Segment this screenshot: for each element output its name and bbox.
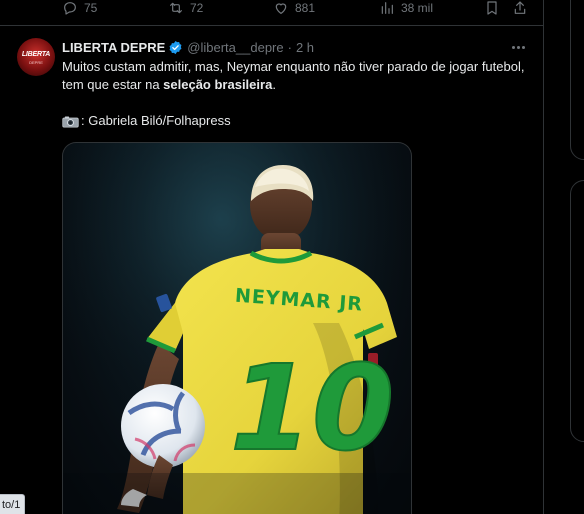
more-icon xyxy=(511,45,525,49)
reply-button[interactable]: 75 xyxy=(62,0,97,16)
tweet-text-end: . xyxy=(272,77,276,92)
views-button[interactable]: 38 mil xyxy=(379,0,433,16)
timestamp[interactable]: 2 h xyxy=(296,40,314,55)
tweet-header: LIBERTA DEPRE @liberta__depre · 2 h xyxy=(62,38,314,56)
sidebar-card xyxy=(570,0,584,160)
more-options-button[interactable] xyxy=(508,38,528,56)
bookmark-icon xyxy=(487,1,497,15)
tweet-text-plain: Muitos custam admitir, mas, Neymar enqua… xyxy=(62,59,525,92)
browser-status-tooltip: to/1 xyxy=(0,494,26,514)
avatar-logo-subtext: DEPRE xyxy=(29,60,43,65)
jersey-number-text: 10 xyxy=(230,339,394,477)
bookmark-button[interactable] xyxy=(484,0,500,16)
share-button[interactable] xyxy=(512,0,528,16)
neymar-jersey-photo: NEYMAR JR 10 xyxy=(63,143,411,514)
views-icon xyxy=(381,2,393,14)
share-icon xyxy=(514,1,526,14)
display-name[interactable]: LIBERTA DEPRE xyxy=(62,40,165,55)
previous-tweet-action-bar: 75 72 881 38 mil xyxy=(0,0,544,26)
sidebar-card xyxy=(570,180,584,442)
tweet[interactable]: LIBERTA DEPRE LIBERTA DEPRE @liberta__de… xyxy=(0,27,544,514)
like-count: 881 xyxy=(295,1,316,15)
timeline-feed: 75 72 881 38 mil LIBERTA DEPRE LIBERTA D… xyxy=(0,0,544,514)
retweet-count: 72 xyxy=(190,1,204,15)
separator-dot: · xyxy=(287,39,292,55)
reply-icon xyxy=(64,2,76,15)
avatar[interactable]: LIBERTA DEPRE xyxy=(17,38,55,76)
retweet-icon xyxy=(170,2,182,14)
heart-icon xyxy=(275,3,287,14)
photo-credit-text: : Gabriela Biló/Folhapress xyxy=(81,113,231,128)
reply-count: 75 xyxy=(84,1,98,15)
views-count: 38 mil xyxy=(401,1,434,15)
verified-badge-icon xyxy=(169,40,182,54)
photo-credit: : Gabriela Biló/Folhapress xyxy=(62,112,231,130)
tweet-text-bold: seleção brasileira xyxy=(163,77,273,92)
retweet-button[interactable]: 72 xyxy=(168,0,203,16)
avatar-logo-text: LIBERTA xyxy=(21,51,51,58)
camera-icon xyxy=(62,116,79,128)
tweet-text: Muitos custam admitir, mas, Neymar enqua… xyxy=(62,58,532,94)
tweet-photo[interactable]: NEYMAR JR 10 xyxy=(62,142,412,514)
handle[interactable]: @liberta__depre xyxy=(187,40,283,55)
like-button[interactable]: 881 xyxy=(273,0,315,16)
